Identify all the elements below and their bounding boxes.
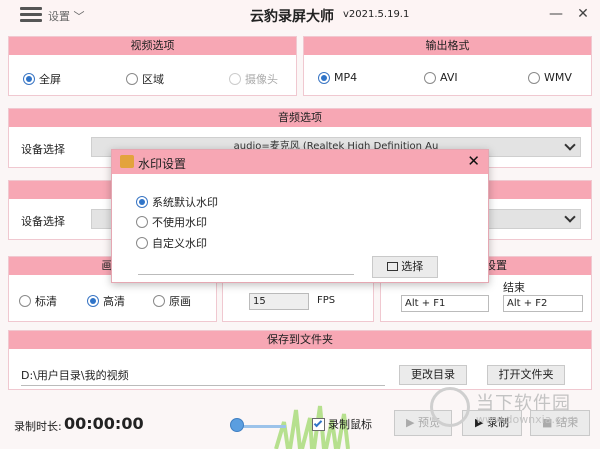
end-hotkey-input[interactable]: Alt + F2 — [503, 295, 583, 312]
radio-standard[interactable]: 标清 — [19, 293, 57, 309]
dialog-header: 水印设置 ✕ — [112, 150, 488, 174]
select-image-button[interactable]: 选择 — [372, 256, 438, 278]
close-button[interactable]: ✕ — [572, 4, 594, 24]
watermark-url: www.downxia.com — [476, 413, 579, 426]
radio-dot — [136, 196, 148, 208]
settings-label: 设置 — [48, 10, 70, 23]
fps-select[interactable]: 15 — [249, 293, 309, 310]
checkbox — [312, 417, 325, 431]
settings-menu[interactable]: 设置 ﹀ — [48, 8, 85, 24]
radio-dot — [136, 216, 148, 228]
radio-dot — [229, 73, 241, 85]
output-format-header: 输出格式 — [304, 37, 591, 55]
radio-region[interactable]: 区域 — [126, 71, 164, 87]
output-format-panel: 输出格式 MP4 AVI WMV — [303, 36, 592, 96]
watermark-settings-dialog: 水印设置 ✕ 系统默认水印 不使用水印 自定义水印 选择 — [111, 149, 489, 283]
minimize-button[interactable]: — — [545, 4, 567, 24]
radio-label: WMV — [544, 71, 572, 84]
video-options-header: 视频选项 — [9, 37, 296, 55]
radio-label: AVI — [440, 71, 458, 84]
radio-mp4[interactable]: MP4 — [318, 71, 357, 84]
image-icon — [386, 262, 398, 271]
save-folder-panel: 保存到文件夹 D:\用户目录\我的视频 更改目录 打开文件夹 — [8, 330, 592, 390]
radio-label: 系统默认水印 — [152, 196, 218, 209]
duration-value: 00:00:00 — [64, 414, 144, 433]
video-options-panel: 视频选项 全屏 区域 摄像头 — [8, 36, 297, 96]
select-image-label: 选择 — [401, 260, 424, 273]
radio-label: 摄像头 — [245, 73, 278, 86]
menu-icon[interactable] — [20, 7, 42, 23]
check-icon — [313, 418, 323, 427]
video-device-label: 设备选择 — [21, 215, 65, 228]
radio-original[interactable]: 原画 — [153, 293, 191, 309]
radio-dot — [126, 73, 138, 85]
radio-dot — [87, 295, 99, 307]
radio-dot — [318, 71, 330, 84]
radio-dot — [19, 295, 31, 307]
watermark-settings-icon — [120, 155, 134, 168]
radio-avi[interactable]: AVI — [424, 71, 458, 84]
audio-device-label: 设备选择 — [21, 143, 65, 156]
play-icon: ▶ — [406, 416, 415, 429]
duration-label: 录制时长: — [14, 420, 62, 433]
radio-label: 高清 — [103, 295, 125, 308]
radio-label: 不使用水印 — [152, 216, 207, 229]
watermark-text: 当下软件园 — [476, 393, 571, 414]
end-hotkey-label: 结束 — [503, 281, 525, 294]
site-watermark: 当下软件园 www.downxia.com — [430, 387, 580, 433]
audio-options-header: 音频选项 — [9, 109, 591, 127]
chevron-down-icon — [564, 139, 576, 151]
radio-label: 自定义水印 — [152, 237, 207, 250]
radio-dot — [424, 71, 436, 84]
radio-high[interactable]: 高清 — [87, 293, 125, 309]
radio-dot — [136, 237, 148, 249]
radio-label: 区域 — [142, 73, 164, 86]
radio-default-watermark[interactable]: 系统默认水印 — [136, 194, 218, 210]
volume-slider-handle[interactable] — [230, 418, 244, 432]
app-version: v2021.5.19.1 — [343, 9, 410, 20]
radio-label: 全屏 — [39, 73, 61, 86]
record-mouse-label: 录制鼠标 — [328, 418, 372, 431]
chevron-down-icon: ﹀ — [73, 10, 85, 23]
chevron-down-icon — [564, 211, 576, 223]
radio-label: 原画 — [169, 295, 191, 308]
start-hotkey-input[interactable]: Alt + F1 — [401, 295, 489, 312]
save-path-field[interactable]: D:\用户目录\我的视频 — [21, 367, 385, 386]
radio-fullscreen[interactable]: 全屏 — [23, 71, 61, 87]
open-folder-button[interactable]: 打开文件夹 — [487, 365, 565, 385]
save-folder-header: 保存到文件夹 — [9, 331, 591, 349]
record-mouse-toggle[interactable]: 录制鼠标 — [312, 416, 372, 432]
radio-label: 标清 — [35, 295, 57, 308]
radio-dot — [153, 295, 165, 307]
radio-dot — [23, 73, 35, 85]
fps-unit: FPS — [317, 295, 336, 306]
radio-label: MP4 — [334, 71, 358, 84]
radio-wmv[interactable]: WMV — [528, 71, 572, 84]
radio-camera: 摄像头 — [229, 71, 278, 87]
app-title: 云豹录屏大师 — [250, 9, 334, 25]
radio-no-watermark[interactable]: 不使用水印 — [136, 214, 207, 230]
custom-watermark-path-field[interactable] — [138, 274, 354, 275]
dialog-close-icon[interactable]: ✕ — [467, 152, 480, 170]
radio-custom-watermark[interactable]: 自定义水印 — [136, 235, 207, 251]
change-directory-button[interactable]: 更改目录 — [399, 365, 467, 385]
watermark-logo-icon — [430, 387, 470, 427]
dialog-title: 水印设置 — [138, 157, 187, 171]
radio-dot — [528, 71, 540, 84]
